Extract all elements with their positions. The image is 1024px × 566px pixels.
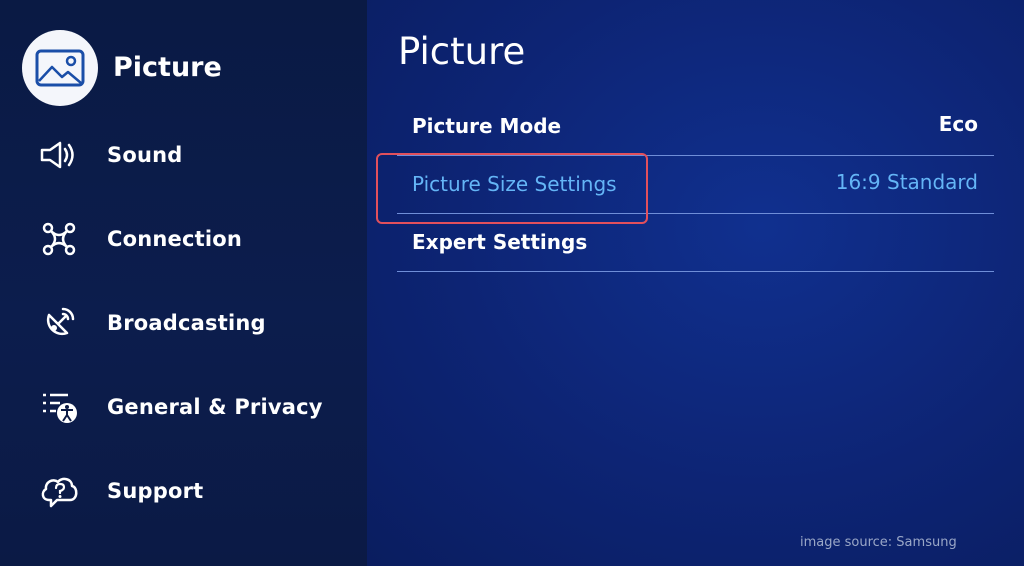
page-title: Picture	[398, 30, 526, 73]
picture-size-settings-value: 16:9 Standard	[835, 170, 978, 194]
sidebar-item-support-label: Support	[107, 479, 204, 503]
highlight-annotation-box	[376, 153, 648, 224]
sidebar-item-broadcasting-label: Broadcasting	[107, 311, 266, 335]
sidebar: Picture Sound Connection Broadcasting Ge…	[0, 0, 367, 566]
sidebar-item-general-privacy-label: General & Privacy	[107, 395, 323, 419]
sidebar-item-picture-label[interactable]: Picture	[113, 52, 222, 83]
image-source-caption: image source: Samsung	[800, 535, 957, 550]
general-privacy-icon	[38, 386, 80, 428]
picture-icon	[35, 49, 85, 87]
sidebar-item-broadcasting[interactable]: Broadcasting	[0, 293, 367, 353]
picture-mode-row[interactable]: Picture Mode Eco	[397, 98, 994, 156]
sidebar-item-general-privacy[interactable]: General & Privacy	[0, 377, 367, 437]
sidebar-item-connection-label: Connection	[107, 227, 243, 251]
sidebar-item-picture[interactable]	[22, 30, 98, 106]
sound-icon	[38, 134, 80, 176]
sidebar-item-sound[interactable]: Sound	[0, 125, 367, 185]
picture-mode-label: Picture Mode	[412, 114, 562, 138]
sidebar-item-connection[interactable]: Connection	[0, 209, 367, 269]
picture-mode-value: Eco	[938, 112, 978, 136]
broadcasting-icon	[38, 302, 80, 344]
sidebar-item-sound-label: Sound	[107, 143, 183, 167]
connection-icon	[38, 218, 80, 260]
expert-settings-label: Expert Settings	[412, 230, 588, 254]
main-panel	[367, 0, 1024, 566]
support-icon	[38, 470, 80, 512]
sidebar-item-support[interactable]: Support	[0, 461, 367, 521]
divider	[397, 271, 994, 272]
